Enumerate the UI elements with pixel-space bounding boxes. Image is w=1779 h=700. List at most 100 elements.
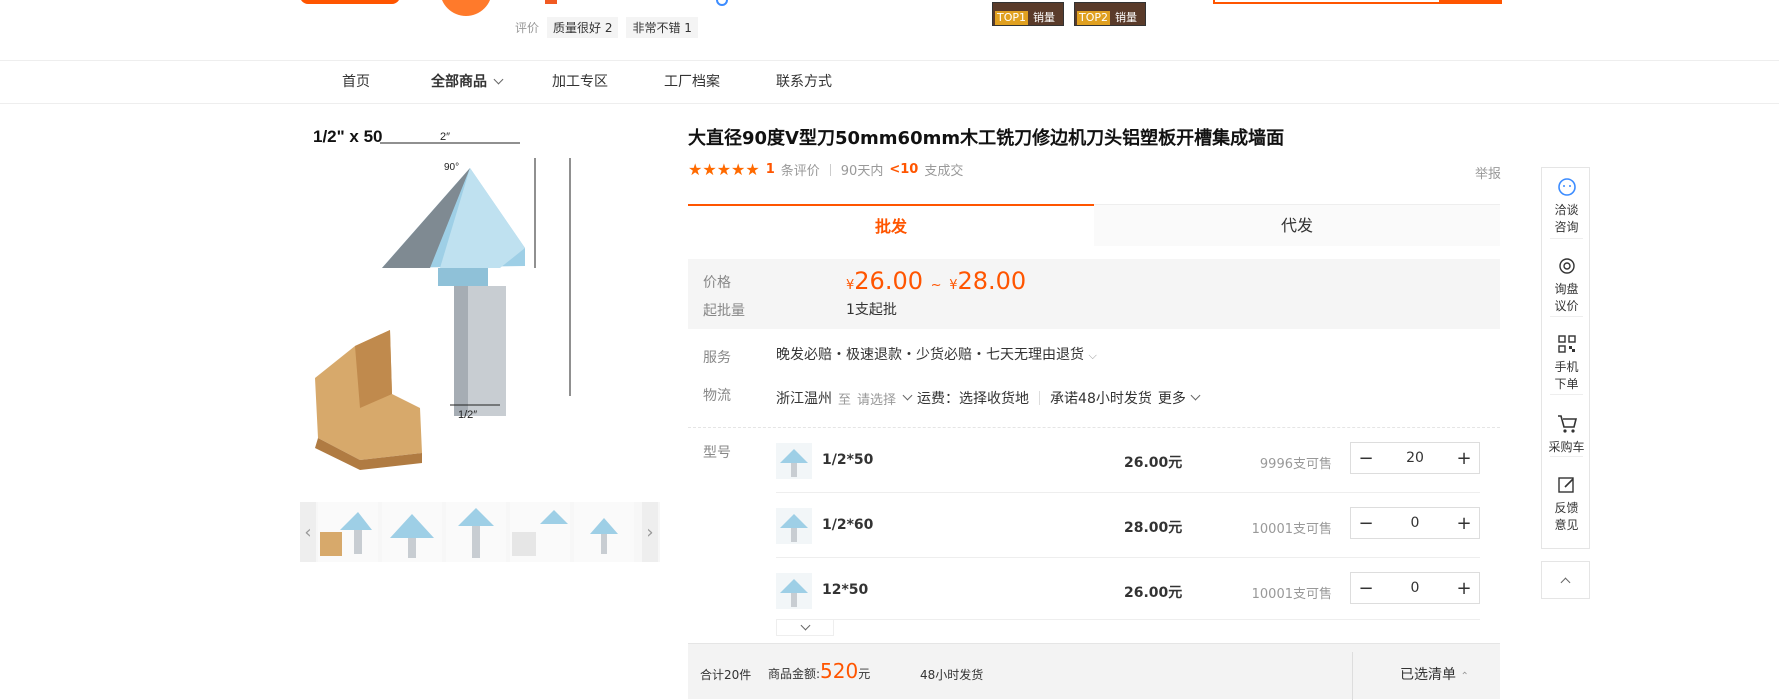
review-text[interactable]: 条评价 (781, 160, 820, 179)
sidebar-label: 洽谈 咨询 (1554, 203, 1579, 234)
quantity-input[interactable]: 0 (1381, 580, 1449, 596)
logistics-row: 浙江温州 至 请选择 运费：选择收货地 承诺48小时发货 更多 (776, 388, 1201, 408)
review-tag[interactable]: 非常不错 1 (626, 16, 698, 38)
nav-processing[interactable]: 加工专区 (552, 61, 608, 104)
divider (1550, 394, 1583, 395)
svg-text:2″: 2″ (440, 131, 450, 143)
back-to-top-button[interactable] (1541, 561, 1590, 599)
router-bit-illustration: 1/2" x 50 2″ 90° 1/2″ (313, 127, 571, 470)
review-tag[interactable]: 质量很好 2 (547, 16, 619, 38)
badge-rank: TOP1 (995, 11, 1029, 25)
sku-stock: 10001支可售 (1251, 522, 1332, 537)
search-input[interactable] (1213, 0, 1441, 4)
sku-name: 1/2*50 (822, 452, 874, 468)
report-link[interactable]: 举报 (1475, 163, 1501, 182)
chevron-down-icon[interactable] (1190, 390, 1201, 400)
price-tilde: ~ (930, 278, 942, 293)
selected-list-button[interactable]: 已选清单 ⌃ (1400, 664, 1469, 684)
quantity-stepper: − 20 + (1350, 442, 1480, 474)
sidebar-label: 手机 下单 (1554, 360, 1579, 391)
main-product-image[interactable]: 1/2" x 50 2″ 90° 1/2″ (300, 118, 640, 488)
plus-button[interactable]: + (1449, 508, 1479, 538)
price-range: ¥26.00 ~ ¥28.00 (846, 267, 1026, 295)
thumbnail[interactable] (574, 502, 634, 562)
service-label: 服务 (703, 350, 731, 366)
sku-image[interactable] (776, 508, 812, 544)
review-count[interactable]: 1 (766, 162, 775, 177)
product-title: 大直径90度V型刀50mm60mm木工铣刀修边机刀头铝塑板开槽集成墙面 (688, 128, 1285, 149)
service-text: 晚发必赔・极速退款・少货必赔・七天无理由退货 (776, 347, 1084, 363)
chevron-down-icon[interactable] (902, 390, 913, 400)
tab-dropship[interactable]: 代发 (1094, 204, 1500, 246)
quantity-input[interactable]: 0 (1381, 515, 1449, 531)
sku-price: 26.00元 (1124, 585, 1183, 601)
tab-wholesale[interactable]: 批发 (688, 204, 1094, 246)
qrcode-icon (1556, 333, 1578, 355)
thumbnail[interactable] (510, 502, 570, 562)
plus-button[interactable]: + (1449, 443, 1479, 473)
ship-origin: 浙江温州 (776, 391, 832, 407)
moq-label: 起批量 (703, 303, 745, 319)
sku-price: 26.00元 (1124, 455, 1183, 471)
quantity-input[interactable]: 20 (1381, 450, 1449, 466)
minus-button[interactable]: − (1351, 443, 1381, 473)
chevron-down-icon (800, 620, 810, 631)
shop-avatar[interactable] (440, 0, 492, 16)
price-high: 28.00 (957, 267, 1027, 295)
amount-value: 520 (820, 659, 859, 683)
price-low: 26.00 (854, 267, 923, 295)
sku-stock: 10001支可售 (1251, 587, 1332, 602)
more-link[interactable]: 更多 (1158, 388, 1186, 408)
thumbnail[interactable] (382, 502, 442, 562)
divider (1550, 456, 1583, 457)
inquiry-icon (1556, 255, 1578, 277)
minus-button[interactable]: − (1351, 573, 1381, 603)
cart-icon (1556, 413, 1578, 435)
nav-contact[interactable]: 联系方式 (776, 61, 832, 104)
sidebar-item-cart[interactable]: 采购车 (1542, 413, 1591, 456)
service-guarantees[interactable]: 晚发必赔・极速退款・少货必赔・七天无理由退货 ⌵ (776, 344, 1097, 364)
nav-label: 全部商品 (431, 74, 487, 90)
sidebar-item-mobile[interactable]: 手机 下单 (1542, 333, 1591, 393)
badge-label: 销量 (1115, 11, 1137, 24)
thumbnail-strip: ‹ › (300, 502, 660, 562)
top1-sales-badge[interactable]: TOP1 销量 (992, 2, 1064, 26)
thumbnail-image (390, 514, 434, 558)
thumbnail-image (458, 508, 494, 558)
logistics-label: 物流 (703, 388, 731, 404)
plus-button[interactable]: + (1449, 573, 1479, 603)
destination-select[interactable]: 请选择 (857, 389, 896, 408)
nav-all-products[interactable]: 全部商品 (431, 61, 504, 104)
amount-unit: 元 (858, 667, 871, 681)
shop-header: 评价 质量很好 2 非常不错 1 TOP1 销量 TOP2 销量 (0, 0, 1779, 61)
review-label: 评价 (515, 20, 540, 35)
floating-sidebar: 洽谈 咨询 询盘 议价 手机 下单 采购车 反馈 意见 (1541, 167, 1590, 549)
chevron-left-icon[interactable]: ‹ (300, 502, 316, 562)
nav-home[interactable]: 首页 (342, 61, 370, 104)
thumbnail[interactable] (318, 502, 378, 562)
sku-image[interactable] (776, 443, 812, 479)
sku-label: 型号 (703, 445, 731, 461)
sidebar-item-inquiry[interactable]: 询盘 议价 (1542, 255, 1591, 315)
thumbnail[interactable] (446, 502, 506, 562)
chevron-right-icon[interactable]: › (642, 502, 658, 562)
expand-sku-button[interactable] (776, 620, 834, 636)
nav-factory-profile[interactable]: 工厂档案 (664, 61, 720, 104)
quantity-stepper: − 0 + (1350, 507, 1480, 539)
sku-thumbnail (780, 514, 808, 542)
purchase-tabs: 批发 代发 (688, 204, 1500, 246)
divider (1550, 316, 1583, 317)
search-button[interactable] (1440, 0, 1502, 4)
sidebar-item-chat[interactable]: 洽谈 咨询 (1542, 176, 1591, 236)
price-label: 价格 (703, 275, 731, 291)
sku-stock: 9996支可售 (1259, 457, 1332, 472)
sku-image[interactable] (776, 573, 812, 609)
product-meta: ★★★★★ 1 条评价 90天内 <10 支成交 (688, 160, 963, 179)
svg-text:90°: 90° (444, 162, 459, 173)
minus-button[interactable]: − (1351, 508, 1381, 538)
sidebar-item-feedback[interactable]: 反馈 意见 (1542, 474, 1591, 534)
chevron-up-icon (1560, 577, 1571, 587)
shop-logo[interactable] (300, 0, 400, 4)
amount-block: 商品金额:520元 (768, 659, 870, 683)
top2-sales-badge[interactable]: TOP2 销量 (1074, 2, 1146, 26)
